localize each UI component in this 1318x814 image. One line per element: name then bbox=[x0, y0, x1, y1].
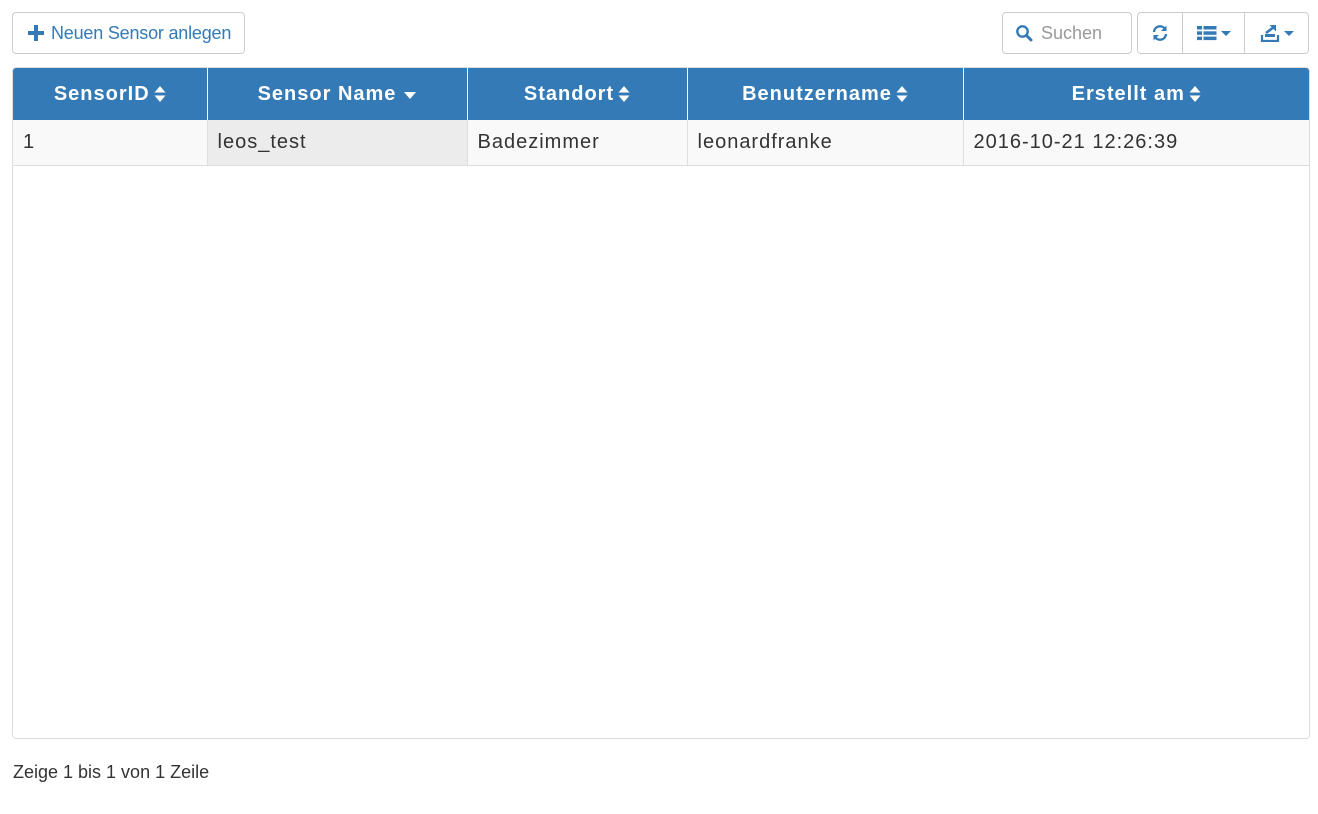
list-icon bbox=[1196, 26, 1216, 41]
pagination-info: Zeige 1 bis 1 von 1 Zeile bbox=[13, 762, 210, 782]
search-icon bbox=[1016, 25, 1033, 42]
cell-standort: Badezimmer bbox=[467, 120, 688, 166]
column-header-label: Standort bbox=[523, 82, 615, 105]
refresh-button[interactable] bbox=[1137, 12, 1183, 54]
column-header-label: Erstellt am bbox=[1071, 82, 1185, 105]
cell-erstellt-am: 2016-10-21 12:26:39 bbox=[963, 120, 1309, 166]
column-header-standort[interactable]: Standort bbox=[467, 68, 688, 120]
sort-icon bbox=[896, 86, 908, 103]
cell-sensorid: 1 bbox=[13, 120, 208, 166]
chevron-down-icon bbox=[1220, 30, 1231, 36]
column-header-label: SensorID bbox=[53, 82, 150, 105]
cell-benutzername: leonardfranke bbox=[687, 120, 964, 166]
table-toolbar-buttons bbox=[1137, 12, 1310, 54]
refresh-icon bbox=[1152, 25, 1168, 41]
column-header-sensorid[interactable]: SensorID bbox=[13, 68, 208, 120]
chevron-down-icon bbox=[1283, 30, 1294, 36]
sort-icon bbox=[618, 86, 630, 103]
toolbar: Neuen Sensor anlegen Suchen bbox=[12, 12, 1310, 54]
table-header-row: SensorID Sensor Name Standort Benutzerna… bbox=[13, 68, 1309, 120]
column-header-sensor-name[interactable]: Sensor Name bbox=[207, 68, 468, 120]
search-placeholder: Suchen bbox=[1041, 22, 1103, 43]
cell-sensor-name: leos_test bbox=[207, 120, 468, 166]
sort-desc-icon bbox=[404, 91, 417, 99]
export-icon bbox=[1260, 25, 1279, 42]
table-row[interactable]: 1 leos_test Badezimmer leonardfranke 201… bbox=[13, 120, 1309, 166]
export-button[interactable] bbox=[1244, 12, 1309, 54]
columns-button[interactable] bbox=[1182, 12, 1245, 54]
search-input[interactable]: Suchen bbox=[1002, 12, 1132, 54]
column-header-erstellt-am[interactable]: Erstellt am bbox=[963, 68, 1309, 120]
add-sensor-button[interactable]: Neuen Sensor anlegen bbox=[12, 12, 245, 54]
column-header-label: Sensor Name bbox=[257, 82, 397, 105]
column-header-label: Benutzername bbox=[742, 82, 892, 105]
column-header-benutzername[interactable]: Benutzername bbox=[687, 68, 964, 120]
sensor-table: SensorID Sensor Name Standort Benutzerna… bbox=[12, 67, 1310, 739]
add-sensor-label: Neuen Sensor anlegen bbox=[51, 22, 232, 43]
plus-icon bbox=[28, 25, 44, 41]
sort-icon bbox=[1189, 86, 1201, 103]
sort-icon bbox=[154, 86, 166, 103]
